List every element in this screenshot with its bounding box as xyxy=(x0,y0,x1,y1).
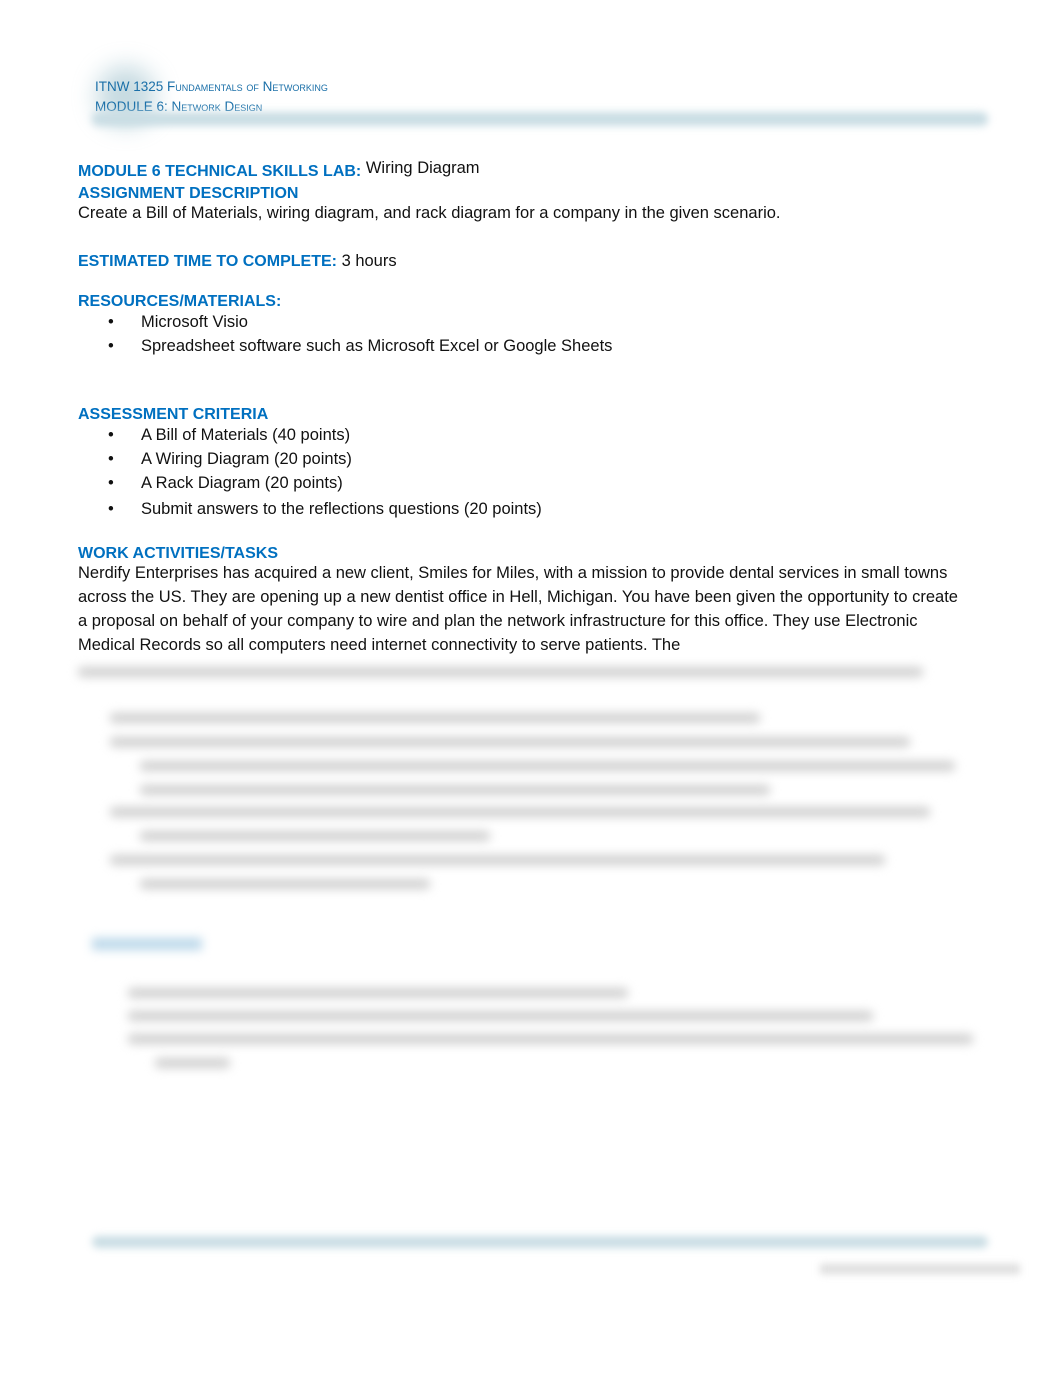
document-page: ITNW 1325 Fundamentals of Networking MOD… xyxy=(0,0,1062,1377)
assignment-heading: ASSIGNMENT DESCRIPTION xyxy=(78,185,299,202)
list-item: Spreadsheet software such as Microsoft E… xyxy=(78,334,612,358)
list-item: A Rack Diagram (20 points) xyxy=(78,471,542,495)
course-code: ITNW 1325 xyxy=(95,79,164,94)
lab-title: MODULE 6 TECHNICAL SKILLS LAB: Wiring Di… xyxy=(78,159,480,181)
time-estimate: ESTIMATED TIME TO COMPLETE: 3 hours xyxy=(78,252,397,271)
assessment-list: A Bill of Materials (40 points) A Wiring… xyxy=(78,423,542,521)
work-text: Nerdify Enterprises has acquired a new c… xyxy=(78,564,958,654)
lab-name: Wiring Diagram xyxy=(365,159,480,177)
header-bar xyxy=(92,112,988,126)
course-name: Fundamentals of Networking xyxy=(167,79,328,94)
resources-heading: RESOURCES/MATERIALS: xyxy=(78,293,282,310)
page-header: ITNW 1325 Fundamentals of Networking MOD… xyxy=(95,77,328,117)
footer-text-blurred xyxy=(820,1264,1020,1274)
lab-label: MODULE 6 TECHNICAL SKILLS LAB: xyxy=(78,163,362,180)
list-item: Submit answers to the reflections questi… xyxy=(78,497,542,521)
time-label: ESTIMATED TIME TO COMPLETE: xyxy=(78,253,337,270)
assessment-heading: ASSESSMENT CRITERIA xyxy=(78,406,269,423)
list-item: A Bill of Materials (40 points) xyxy=(78,423,542,447)
time-value: 3 hours xyxy=(341,252,397,270)
resources-list: Microsoft Visio Spreadsheet software suc… xyxy=(78,310,612,358)
list-item: Microsoft Visio xyxy=(78,310,612,334)
assignment-text: Create a Bill of Materials, wiring diagr… xyxy=(78,204,781,222)
footer-bar xyxy=(92,1236,988,1248)
list-item: A Wiring Diagram (20 points) xyxy=(78,447,542,471)
